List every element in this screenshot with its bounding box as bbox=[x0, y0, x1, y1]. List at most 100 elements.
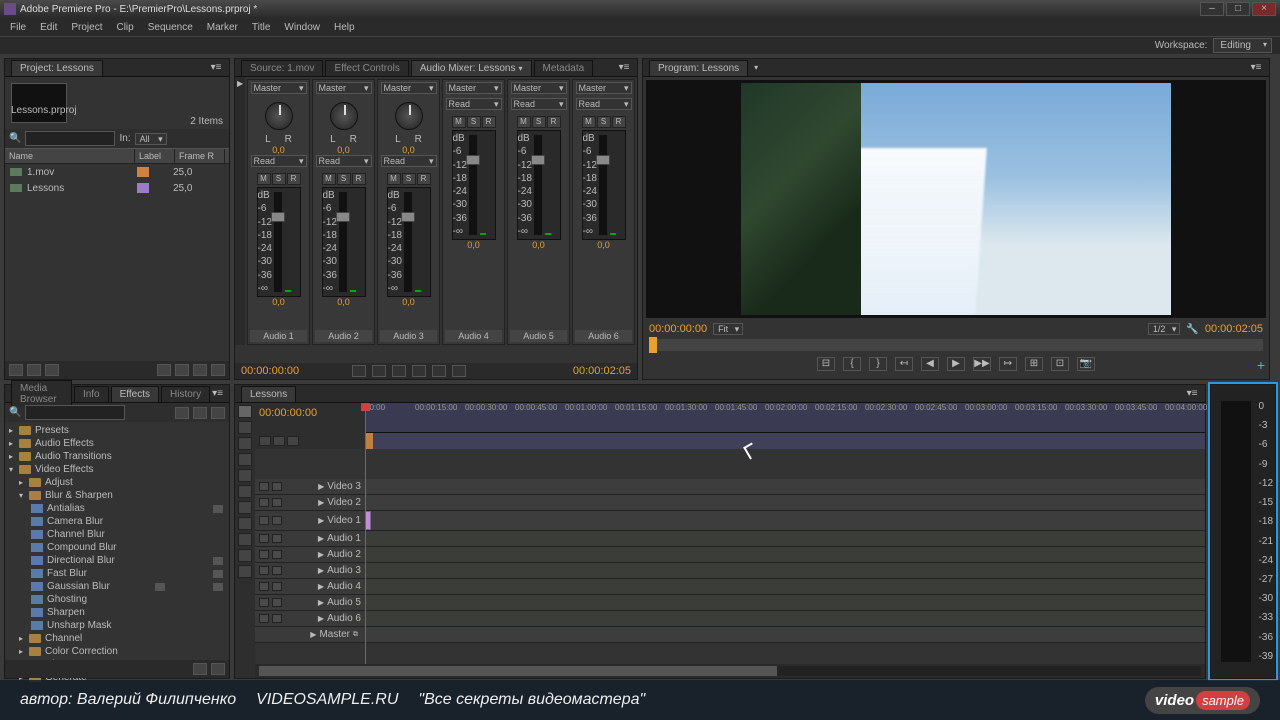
program-video[interactable] bbox=[646, 80, 1266, 318]
menu-clip[interactable]: Clip bbox=[110, 20, 139, 35]
transport-button[interactable]: } bbox=[869, 357, 887, 371]
effect-folder[interactable]: ▸Channel bbox=[5, 632, 229, 645]
zoom-select[interactable]: 1/2 bbox=[1148, 323, 1181, 335]
program-tc-left[interactable]: 00:00:00:00 bbox=[649, 323, 707, 335]
timeline-scrollbar[interactable] bbox=[259, 666, 1201, 676]
toggle-output[interactable] bbox=[259, 566, 269, 575]
toggle-output[interactable] bbox=[259, 550, 269, 559]
video-track[interactable]: ▶Video 1 bbox=[255, 511, 1205, 531]
menu-marker[interactable]: Marker bbox=[201, 20, 244, 35]
toggle-lock[interactable] bbox=[272, 598, 282, 607]
volume-fader[interactable]: dB-6-12-18-24-30-36-∞ bbox=[452, 130, 496, 240]
toggle-output[interactable] bbox=[259, 614, 269, 623]
col-header[interactable]: Name bbox=[5, 149, 135, 163]
audio-track[interactable]: ▶Audio 4 bbox=[255, 579, 1205, 595]
panel-menu-icon[interactable]: ▾≡ bbox=[617, 62, 631, 73]
timeline-tc[interactable]: 00:00:00:00 bbox=[259, 407, 361, 419]
work-area-bar[interactable] bbox=[365, 433, 1205, 449]
minimize-button[interactable]: – bbox=[1200, 2, 1224, 16]
loop-button[interactable] bbox=[452, 365, 466, 377]
slip-tool[interactable] bbox=[238, 501, 252, 514]
r-button[interactable]: R bbox=[287, 173, 301, 185]
slide-tool[interactable] bbox=[238, 517, 252, 530]
effect-item[interactable]: Camera Blur bbox=[5, 515, 229, 528]
program-scrubber[interactable] bbox=[649, 339, 1263, 351]
output-select[interactable]: Master bbox=[381, 82, 437, 94]
col-header[interactable]: Frame R bbox=[175, 149, 225, 163]
fx-filter-3[interactable] bbox=[211, 407, 225, 419]
audio-track[interactable]: ▶Audio 1 bbox=[255, 531, 1205, 547]
effect-folder[interactable]: ▸Color Correction bbox=[5, 645, 229, 658]
col-header[interactable]: Label bbox=[135, 149, 175, 163]
m-button[interactable]: M bbox=[582, 116, 596, 128]
time-ruler[interactable]: 00:0000:00:15:0000:00:30:0000:00:45:0000… bbox=[365, 403, 1205, 433]
fx-tab[interactable]: Media Browser bbox=[11, 380, 72, 407]
effect-folder[interactable]: ▸Adjust bbox=[5, 476, 229, 489]
effect-item[interactable]: Gaussian Blur bbox=[5, 580, 229, 593]
panel-menu-icon[interactable]: ▾≡ bbox=[212, 388, 223, 399]
video-track[interactable]: ▶Video 3 bbox=[255, 479, 1205, 495]
project-search[interactable] bbox=[25, 131, 115, 146]
new-bin-button[interactable] bbox=[175, 364, 189, 376]
effect-item[interactable]: Compound Blur bbox=[5, 541, 229, 554]
output-select[interactable]: Master bbox=[251, 82, 307, 94]
fx-tab[interactable]: History bbox=[161, 386, 210, 402]
fx-tab[interactable]: Info bbox=[74, 386, 109, 402]
play-button[interactable] bbox=[392, 365, 406, 377]
project-item[interactable]: Lessons25,0 bbox=[5, 180, 229, 196]
effect-folder[interactable]: ▸Presets bbox=[5, 424, 229, 437]
transport-button[interactable]: ⊞ bbox=[1025, 357, 1043, 371]
r-button[interactable]: R bbox=[482, 116, 496, 128]
automation-select[interactable]: Read bbox=[316, 155, 372, 167]
video-track[interactable]: ▶Video 2 bbox=[255, 495, 1205, 511]
s-button[interactable]: S bbox=[402, 173, 416, 185]
new-bin-button[interactable] bbox=[193, 663, 207, 675]
label-swatch[interactable] bbox=[137, 183, 149, 193]
s-button[interactable]: S bbox=[272, 173, 286, 185]
toggle-lock[interactable] bbox=[272, 614, 282, 623]
r-button[interactable]: R bbox=[547, 116, 561, 128]
in-select[interactable]: All bbox=[135, 133, 167, 145]
m-button[interactable]: M bbox=[517, 116, 531, 128]
s-button[interactable]: S bbox=[532, 116, 546, 128]
icon-view-button[interactable] bbox=[27, 364, 41, 376]
automation-select[interactable]: Read bbox=[511, 98, 567, 110]
toggle-output[interactable] bbox=[259, 482, 269, 491]
fit-select[interactable]: Fit bbox=[713, 323, 743, 335]
playhead-marker[interactable] bbox=[649, 337, 657, 353]
marker-button[interactable] bbox=[273, 436, 285, 446]
transport-button[interactable]: 📷 bbox=[1077, 357, 1095, 371]
menu-help[interactable]: Help bbox=[328, 20, 361, 35]
effect-item[interactable]: Ghosting bbox=[5, 593, 229, 606]
m-button[interactable]: M bbox=[452, 116, 466, 128]
fx-filter-2[interactable] bbox=[193, 407, 207, 419]
toggle-lock[interactable] bbox=[272, 498, 282, 507]
r-button[interactable]: R bbox=[612, 116, 626, 128]
effect-item[interactable]: Fast Blur bbox=[5, 567, 229, 580]
menu-sequence[interactable]: Sequence bbox=[142, 20, 199, 35]
menu-project[interactable]: Project bbox=[65, 20, 108, 35]
panel-menu-icon[interactable]: ▾≡ bbox=[1185, 388, 1199, 399]
transport-button[interactable]: ▶▶ bbox=[973, 357, 991, 371]
selection-tool[interactable] bbox=[238, 405, 252, 418]
audio-track[interactable]: ▶Audio 2 bbox=[255, 547, 1205, 563]
toggle-output[interactable] bbox=[259, 516, 269, 525]
transport-button[interactable]: ⊟ bbox=[817, 357, 835, 371]
rolling-tool[interactable] bbox=[238, 453, 252, 466]
zoom-tool[interactable] bbox=[238, 565, 252, 578]
project-tab[interactable]: Project: Lessons bbox=[11, 60, 103, 76]
menu-title[interactable]: Title bbox=[246, 20, 277, 35]
effect-item[interactable]: Unsharp Mask bbox=[5, 619, 229, 632]
automation-select[interactable]: Read bbox=[576, 98, 632, 110]
volume-fader[interactable]: dB-6-12-18-24-30-36-∞ bbox=[257, 187, 301, 297]
r-button[interactable]: R bbox=[352, 173, 366, 185]
step-back-button[interactable] bbox=[372, 365, 386, 377]
effect-item[interactable]: Antialias bbox=[5, 502, 229, 515]
s-button[interactable]: S bbox=[467, 116, 481, 128]
toggle-lock[interactable] bbox=[272, 534, 282, 543]
source-tab[interactable]: Effect Controls bbox=[325, 60, 408, 76]
timeline-playhead[interactable] bbox=[365, 403, 366, 664]
volume-fader[interactable]: dB-6-12-18-24-30-36-∞ bbox=[517, 130, 561, 240]
effect-folder[interactable]: ▸Audio Transitions bbox=[5, 450, 229, 463]
output-select[interactable]: Master bbox=[316, 82, 372, 94]
